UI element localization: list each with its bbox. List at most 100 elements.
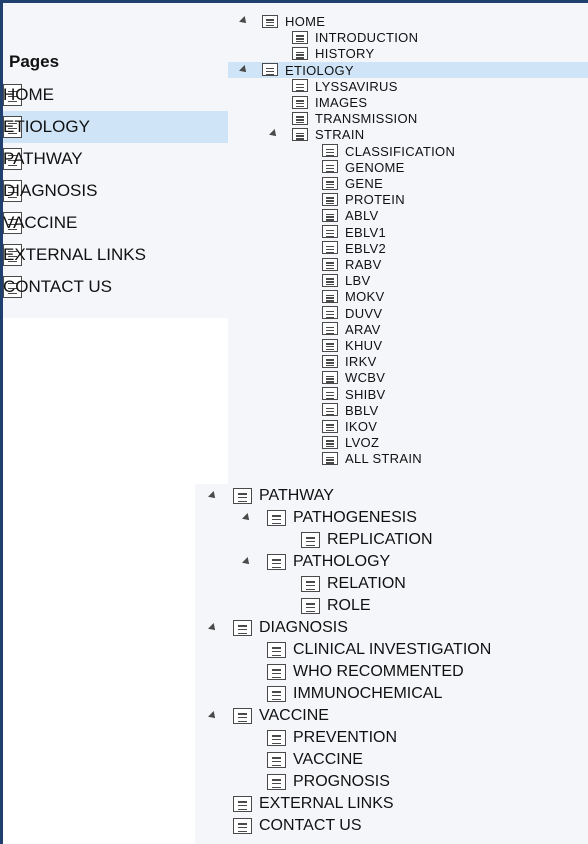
page-icon [267,664,286,680]
page-icon [267,730,286,746]
page-icon [322,419,338,433]
tree-item-relation[interactable]: RELATION [195,573,588,595]
tree-item-strain[interactable]: STRAIN [228,126,588,142]
expanded-tree-top: HOME INTRODUCTION HISTORY ETIOLOGY LYSSAVIRU… [228,3,588,486]
tree-item-wcbv[interactable]: WCBV [228,369,588,385]
pages-sidebar: Pages HOME ETIOLOGY PATHWAY DIAGNOSIS VACCIN… [3,3,228,318]
tree-item-label: REPLICATION [327,531,433,548]
tree-item-khuv[interactable]: KHUV [228,337,588,353]
tree-item-rabv[interactable]: RABV [228,256,588,272]
tree-item-who-recommented[interactable]: WHO RECOMMENTED [195,661,588,683]
tree-item-lvoz[interactable]: LVOZ [228,434,588,450]
tree-item-gene[interactable]: GENE [228,175,588,191]
collapse-arrow-icon[interactable] [208,491,218,501]
tree-item-pathology[interactable]: PATHOLOGY [195,551,588,573]
tree-item-vaccine[interactable]: VACCINE [195,705,588,727]
collapse-arrow-icon[interactable] [242,557,252,567]
tree-item-label: WCBV [345,370,386,386]
collapse-arrow-icon[interactable] [208,711,218,721]
page-icon [233,708,252,724]
tree-item-shibv[interactable]: SHIBV [228,386,588,402]
tree-item-label: HOME [3,85,54,104]
tree-item-eblv1[interactable]: EBLV1 [228,224,588,240]
tree-item-introduction[interactable]: INTRODUCTION [228,29,588,45]
tree-item-contact-us[interactable]: CONTACT US [3,271,228,303]
tree-item-external-links[interactable]: EXTERNAL LINKS [3,239,228,271]
page-icon [292,111,308,125]
page-icon [322,451,338,465]
tree-item-protein[interactable]: PROTEIN [228,191,588,207]
tree-item-label: ABLV [345,208,379,224]
tree-item-label: DIAGNOSIS [259,619,348,636]
tree-item-label: PATHOLOGY [293,553,391,570]
tree-item-label: ETIOLOGY [285,62,354,78]
tree-item-bblv[interactable]: BBLV [228,402,588,418]
tree-item-pathogenesis[interactable]: PATHOGENESIS [195,507,588,529]
tree-item-prevention[interactable]: PREVENTION [195,727,588,749]
tree-item-mokv[interactable]: MOKV [228,288,588,304]
page-icon [262,14,278,28]
collapse-arrow-icon[interactable] [242,513,252,523]
collapse-arrow-icon[interactable] [239,64,249,75]
page-icon [233,488,252,504]
tree-item-label: PATHWAY [3,149,83,168]
tree-item-clinical-investigation[interactable]: CLINICAL INVESTIGATION [195,639,588,661]
tree-item-eblv2[interactable]: EBLV2 [228,240,588,256]
page-icon [322,306,338,320]
tree-item-label: VACCINE [293,751,363,768]
tree-item-arav[interactable]: ARAV [228,321,588,337]
page-icon [267,752,286,768]
page-icon [322,160,338,174]
tree-item-diagnosis[interactable]: DIAGNOSIS [195,617,588,639]
tree-item-vaccine[interactable]: VACCINE [195,749,588,771]
tree-item-irkv[interactable]: IRKV [228,353,588,369]
tree-item-etiology[interactable]: ETIOLOGY [228,61,588,78]
tree-item-pathway[interactable]: PATHWAY [3,143,228,175]
page-icon [322,338,338,352]
tree-item-diagnosis[interactable]: DIAGNOSIS [3,175,228,207]
collapse-arrow-icon[interactable] [208,623,218,633]
tree-item-replication[interactable]: REPLICATION [195,529,588,551]
tree-item-role[interactable]: ROLE [195,595,588,617]
page-icon [292,46,308,60]
page-icon [322,176,338,190]
page-icon [322,241,338,255]
tree-item-genome[interactable]: GENOME [228,159,588,175]
tree-item-vaccine[interactable]: VACCINE [3,207,228,239]
tree-item-duvv[interactable]: DUVV [228,305,588,321]
tree-item-transmission[interactable]: TRANSMISSION [228,110,588,126]
sidebar-title: Pages [9,52,60,71]
tree-item-label: ROLE [327,597,371,614]
tree-item-all-strain[interactable]: ALL STRAIN [228,450,588,466]
page-icon [267,774,286,790]
tree-item-images[interactable]: IMAGES [228,94,588,110]
tree-item-immunochemical[interactable]: IMMUNOCHEMICAL [195,683,588,705]
tree-item-label: STRAIN [315,127,365,143]
page-icon [292,127,308,141]
tree-item-pathway[interactable]: PATHWAY [195,485,588,507]
tree-item-history[interactable]: HISTORY [228,45,588,61]
tree-item-ikov[interactable]: IKOV [228,418,588,434]
page-icon [322,273,338,287]
tree-item-label: RABV [345,257,382,272]
tree-item-home[interactable]: HOME [3,79,228,111]
tree-item-prognosis[interactable]: PROGNOSIS [195,771,588,793]
tree-item-etiology[interactable]: ETIOLOGY [3,111,228,143]
tree-item-lyssavirus[interactable]: LYSSAVIRUS [228,78,588,94]
collapse-arrow-icon[interactable] [269,129,279,140]
tree-item-classification[interactable]: CLASSIFICATION [228,143,588,159]
tree-item-label: GENE [345,176,384,191]
tree-item-ablv[interactable]: ABLV [228,207,588,223]
tree-item-label: PROGNOSIS [293,773,390,790]
tree-item-external-links[interactable]: EXTERNAL LINKS [195,793,588,815]
tree-item-label: ALL STRAIN [345,451,422,467]
tree-item-label: PROTEIN [345,192,405,208]
collapse-arrow-icon[interactable] [239,16,249,27]
tree-item-label: PATHWAY [259,487,334,504]
tree-item-label: IMMUNOCHEMICAL [293,685,443,702]
tree-item-label: BBLV [345,402,379,418]
tree-item-contact-us[interactable]: CONTACT US [195,815,588,837]
page-icon [322,289,338,303]
tree-item-home[interactable]: HOME [228,13,588,29]
tree-item-lbv[interactable]: LBV [228,272,588,288]
